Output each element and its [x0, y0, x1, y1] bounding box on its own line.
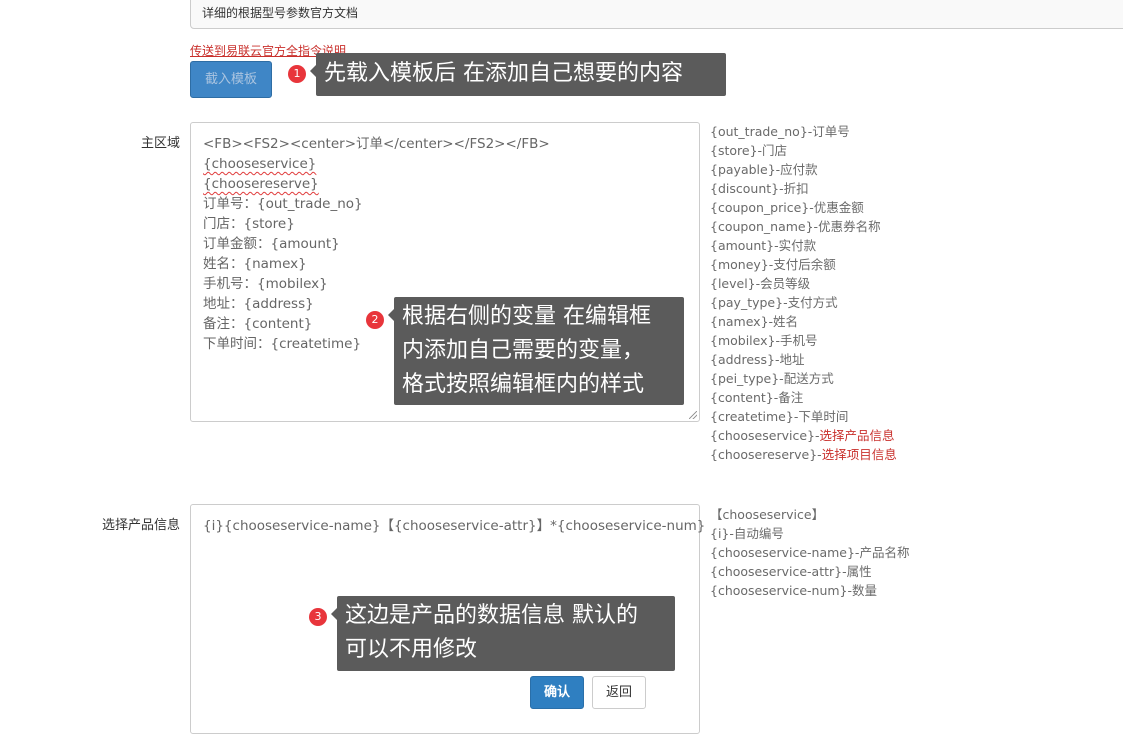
callout-3-line: 这边是产品的数据信息 默认的 — [345, 603, 638, 628]
variable-item: {createtime}-下单时间 — [710, 409, 849, 424]
variable-item: {coupon_name}-优惠券名称 — [710, 219, 881, 234]
variable-item: {coupon_price}-优惠金额 — [710, 200, 864, 215]
product-template-line: {i}{chooseservice-name}【{chooseservice-a… — [203, 518, 706, 534]
product-variable: 【chooseservice】 — [710, 507, 825, 522]
variable-item: {discount}-折扣 — [710, 181, 809, 196]
main-area-label: 主区域 — [140, 136, 180, 151]
variable-highlight: 选择产品信息 — [819, 428, 895, 443]
product-area-label: 选择产品信息 — [101, 518, 180, 533]
editor-line: 订单号：{out_trade_no} — [203, 196, 363, 212]
editor-line: 门店：{store} — [203, 216, 295, 232]
step-badge-3: 3 — [309, 608, 327, 626]
editor-line: {choosereserve} — [203, 176, 319, 192]
product-variable: {chooseservice-num}-数量 — [710, 583, 878, 598]
callout-1-text: 先载入模板后 在添加自己想要的内容 — [324, 61, 683, 86]
editor-line: 订单金额：{amount} — [203, 236, 340, 252]
editor-line: 姓名：{namex} — [203, 256, 307, 272]
variable-item: {pay_type}-支付方式 — [710, 295, 838, 310]
callout-2-line: 内添加自己需要的变量， — [402, 338, 645, 363]
variable-item: {amount}-实付款 — [710, 238, 817, 253]
variable-item: {money}-支付后余额 — [710, 257, 836, 272]
variable-item: {namex}-姓名 — [710, 314, 799, 329]
doc-reference-value: 详细的根据型号参数官方文档 — [202, 6, 359, 20]
doc-reference-field[interactable]: 详细的根据型号参数官方文档 — [190, 0, 1123, 29]
step-badge-2: 2 — [366, 311, 384, 329]
editor-line: 手机号：{mobilex} — [203, 276, 328, 292]
callout-3-line: 可以不用修改 — [345, 637, 478, 662]
variable-item: {choosereserve}-选择项目信息 — [710, 445, 897, 464]
variable-item: {payable}-应付款 — [710, 162, 818, 177]
callout-1: 先载入模板后 在添加自己想要的内容 — [310, 53, 726, 96]
back-button[interactable]: 返回 — [592, 676, 646, 709]
product-variable: {i}-自动编号 — [710, 526, 784, 541]
variable-item: {chooseservice}-选择产品信息 — [710, 426, 895, 445]
product-variable: {chooseservice-attr}-属性 — [710, 564, 872, 579]
variable-item: {content}-备注 — [710, 390, 804, 405]
confirm-button[interactable]: 确认 — [530, 676, 584, 709]
callout-3: 这边是产品的数据信息 默认的 可以不用修改 — [331, 596, 675, 671]
variable-item: {level}-会员等级 — [710, 276, 811, 291]
variable-item: {out_trade_no}-订单号 — [710, 124, 850, 139]
variable-highlight: 选择项目信息 — [821, 447, 897, 462]
editor-line: 下单时间：{createtime} — [203, 336, 362, 352]
load-template-button[interactable]: 截入模板 — [190, 61, 272, 98]
resize-handle[interactable] — [689, 411, 697, 419]
variable-key: {choosereserve}- — [710, 447, 822, 462]
editor-line: 地址：{address} — [203, 296, 314, 312]
product-variable: {chooseservice-name}-产品名称 — [710, 545, 910, 560]
editor-line: 备注：{content} — [203, 316, 313, 332]
callout-2-line: 格式按照编辑框内的样式 — [402, 372, 645, 397]
step-badge-1: 1 — [288, 65, 306, 83]
variable-item: {pei_type}-配送方式 — [710, 371, 834, 386]
variable-key: {chooseservice}- — [710, 428, 820, 443]
variable-item: {store}-门店 — [710, 143, 788, 158]
variable-item: {mobilex}-手机号 — [710, 333, 818, 348]
callout-2: 根据右侧的变量 在编辑框 内添加自己需要的变量， 格式按照编辑框内的样式 — [388, 297, 684, 405]
variable-item: {address}-地址 — [710, 352, 805, 367]
editor-line: <FB><FS2><center>订单</center></FS2></FB> — [203, 136, 550, 152]
editor-line: {chooseservice} — [203, 156, 317, 172]
callout-2-line: 根据右侧的变量 在编辑框 — [402, 304, 651, 329]
